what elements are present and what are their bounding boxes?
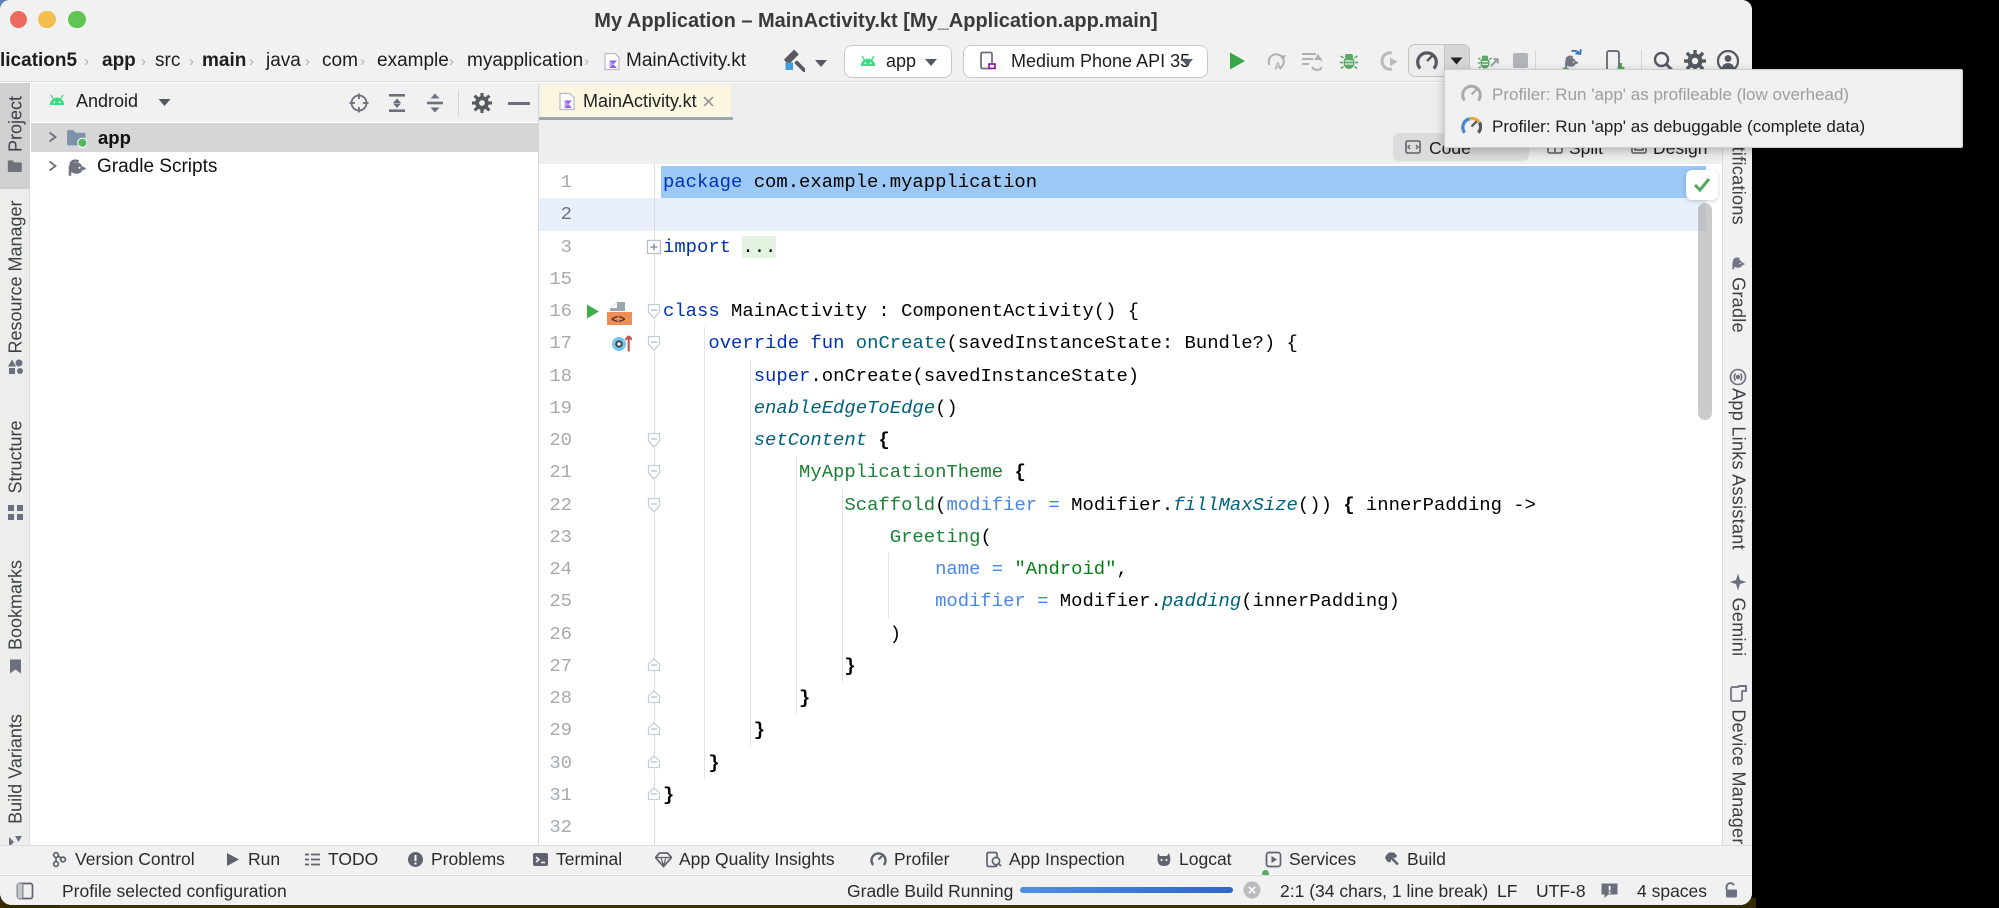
svg-text:<>: <> bbox=[611, 313, 625, 327]
svg-text:A: A bbox=[1274, 61, 1282, 72]
